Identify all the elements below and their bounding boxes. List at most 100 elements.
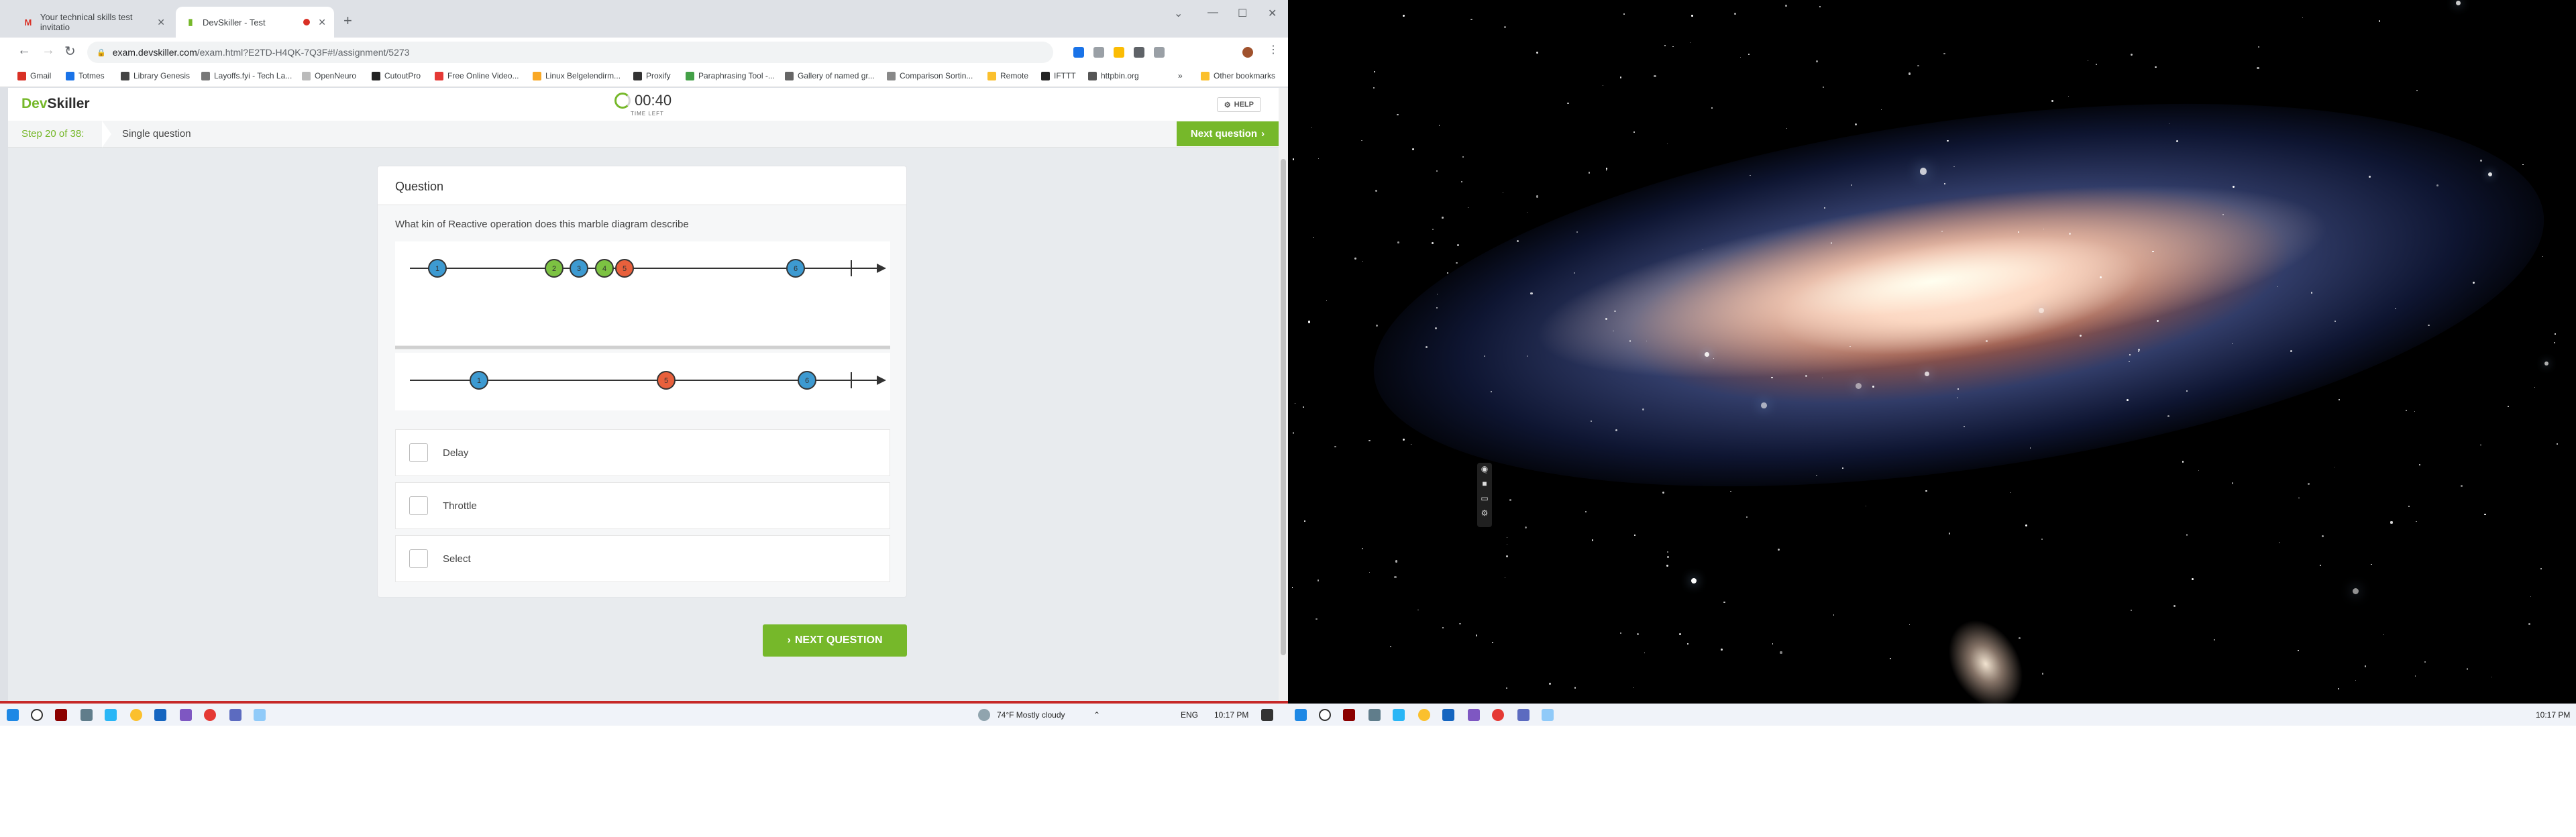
bookmark-item[interactable]: Paraphrasing Tool -... — [686, 71, 775, 80]
vscode-icon[interactable] — [1442, 709, 1454, 721]
back-icon[interactable]: ← — [17, 43, 31, 58]
app-icon[interactable] — [229, 709, 241, 721]
star — [2484, 513, 2486, 516]
bookmark-item[interactable]: Totmes — [66, 71, 105, 80]
record-icon[interactable] — [1492, 709, 1504, 721]
camera-icon[interactable]: ◉ — [1477, 464, 1492, 478]
windows-start-icon[interactable] — [7, 709, 19, 721]
app-icon[interactable] — [1393, 709, 1405, 721]
bookmark-item[interactable]: OpenNeuro — [302, 71, 356, 80]
star — [2198, 469, 2200, 471]
clock[interactable]: 10:17 PM — [2536, 710, 2570, 720]
bookmark-item[interactable]: IFTTT — [1041, 71, 1076, 80]
new-tab-icon[interactable]: + — [343, 12, 352, 30]
answer-option[interactable]: Throttle — [395, 482, 890, 529]
next-question-top-button[interactable]: Next question › — [1177, 121, 1279, 146]
app-icon[interactable] — [1343, 709, 1355, 721]
taskbar-left: 74°F Mostly cloudy ⌃ ENG 10:17 PM — [0, 704, 1288, 726]
app-icon[interactable] — [80, 709, 93, 721]
star — [1654, 75, 1656, 78]
app-icon[interactable] — [1542, 709, 1554, 721]
star — [2528, 623, 2531, 626]
tab-devskiller[interactable]: ▮ DevSkiller - Test ✕ — [176, 7, 334, 38]
star — [1436, 170, 1438, 172]
bookmark-item[interactable]: Gmail — [17, 71, 51, 80]
star — [1373, 87, 1375, 89]
app-icon[interactable] — [105, 709, 117, 721]
extension-icon[interactable] — [1114, 47, 1124, 58]
answer-checkbox[interactable] — [409, 443, 428, 462]
help-icon: ⚙ — [1224, 101, 1231, 109]
forward-icon[interactable]: → — [42, 43, 55, 58]
video-icon[interactable]: ■ — [1477, 479, 1492, 492]
app-icon[interactable] — [1468, 709, 1480, 721]
bookmark-item[interactable]: Comparison Sortin... — [887, 71, 973, 80]
close-window-icon[interactable]: ✕ — [1268, 7, 1277, 20]
bookmark-item[interactable]: Free Online Video... — [435, 71, 519, 80]
chevron-up-icon[interactable]: ⌃ — [1093, 710, 1100, 720]
extension-icon[interactable] — [1093, 47, 1104, 58]
windows-start-icon[interactable] — [1295, 709, 1307, 721]
floating-toolbar[interactable]: ◉ ■ ▭ ⚙ — [1477, 463, 1492, 527]
chrome-icon[interactable] — [130, 709, 142, 721]
answer-checkbox[interactable] — [409, 496, 428, 515]
bookmark-item[interactable]: Remote — [987, 71, 1028, 80]
reload-icon[interactable]: ↻ — [64, 43, 76, 60]
bookmark-item[interactable]: Proxify — [633, 71, 671, 80]
notification-icon[interactable] — [1261, 709, 1273, 721]
search-icon[interactable] — [31, 709, 43, 721]
app-icon[interactable] — [1517, 709, 1529, 721]
menu-kebab-icon[interactable]: ⋮ — [1268, 43, 1279, 56]
star — [1442, 626, 1444, 628]
bookmark-item[interactable]: httpbin.org — [1088, 71, 1139, 80]
avatar[interactable] — [1242, 47, 1253, 58]
bookmark-item[interactable]: Library Genesis — [121, 71, 190, 80]
next-question-button[interactable]: › NEXT QUESTION — [763, 624, 907, 657]
minimize-icon[interactable]: — — [1208, 7, 1218, 19]
step-counter: Step 20 of 38: — [21, 128, 85, 140]
star — [1721, 649, 1723, 651]
weather-text[interactable]: 74°F Mostly cloudy — [997, 710, 1065, 720]
page-scrollbar[interactable] — [1279, 88, 1288, 701]
star — [1605, 168, 1608, 170]
record-icon[interactable] — [204, 709, 216, 721]
star — [1492, 642, 1494, 643]
folder-icon[interactable]: ▭ — [1477, 494, 1492, 507]
extension-icon[interactable] — [1073, 47, 1084, 58]
bookmark-item[interactable]: Gallery of named gr... — [785, 71, 875, 80]
marble-label: 5 — [664, 377, 668, 385]
close-icon[interactable]: ✕ — [157, 17, 165, 28]
app-icon[interactable] — [180, 709, 192, 721]
bookmark-item[interactable]: Layoffs.fyi - Tech La... — [201, 71, 292, 80]
close-icon[interactable]: ✕ — [318, 17, 326, 28]
answer-checkbox[interactable] — [409, 549, 428, 568]
answer-option[interactable]: Delay — [395, 429, 890, 476]
chevron-down-icon[interactable]: ⌄ — [1174, 7, 1183, 20]
maximize-icon[interactable]: ☐ — [1238, 7, 1247, 20]
star — [1851, 184, 1853, 186]
search-icon[interactable] — [1319, 709, 1331, 721]
language-indicator[interactable]: ENG — [1181, 710, 1198, 720]
chevron-right-icon[interactable]: » — [1178, 71, 1183, 80]
star — [1662, 491, 1665, 494]
chrome-icon[interactable] — [1418, 709, 1430, 721]
bookmark-item[interactable]: CutoutPro — [372, 71, 421, 80]
address-bar[interactable]: 🔒 exam.devskiller.com /exam.html?E2TD-H4… — [87, 42, 1053, 63]
star — [2129, 353, 2131, 355]
vscode-icon[interactable] — [154, 709, 166, 721]
sidepanel-icon[interactable] — [1154, 47, 1165, 58]
answer-option[interactable]: Select — [395, 535, 890, 582]
star — [1432, 242, 1434, 245]
scrollbar-thumb[interactable] — [1281, 159, 1286, 655]
bookmark-item[interactable]: Linux Belgelendirm... — [533, 71, 621, 80]
clock[interactable]: 10:17 PM — [1214, 710, 1248, 720]
app-icon[interactable] — [55, 709, 67, 721]
tab-gmail[interactable]: M Your technical skills test invitatio ✕ — [13, 7, 173, 38]
extensions-puzzle-icon[interactable] — [1134, 47, 1144, 58]
gear-icon[interactable]: ⚙ — [1477, 508, 1492, 522]
app-icon[interactable] — [1368, 709, 1381, 721]
other-bookmarks[interactable]: Other bookmarks — [1201, 71, 1275, 80]
star — [1524, 526, 1527, 529]
app-icon[interactable] — [254, 709, 266, 721]
help-button[interactable]: ⚙ HELP — [1216, 97, 1261, 112]
